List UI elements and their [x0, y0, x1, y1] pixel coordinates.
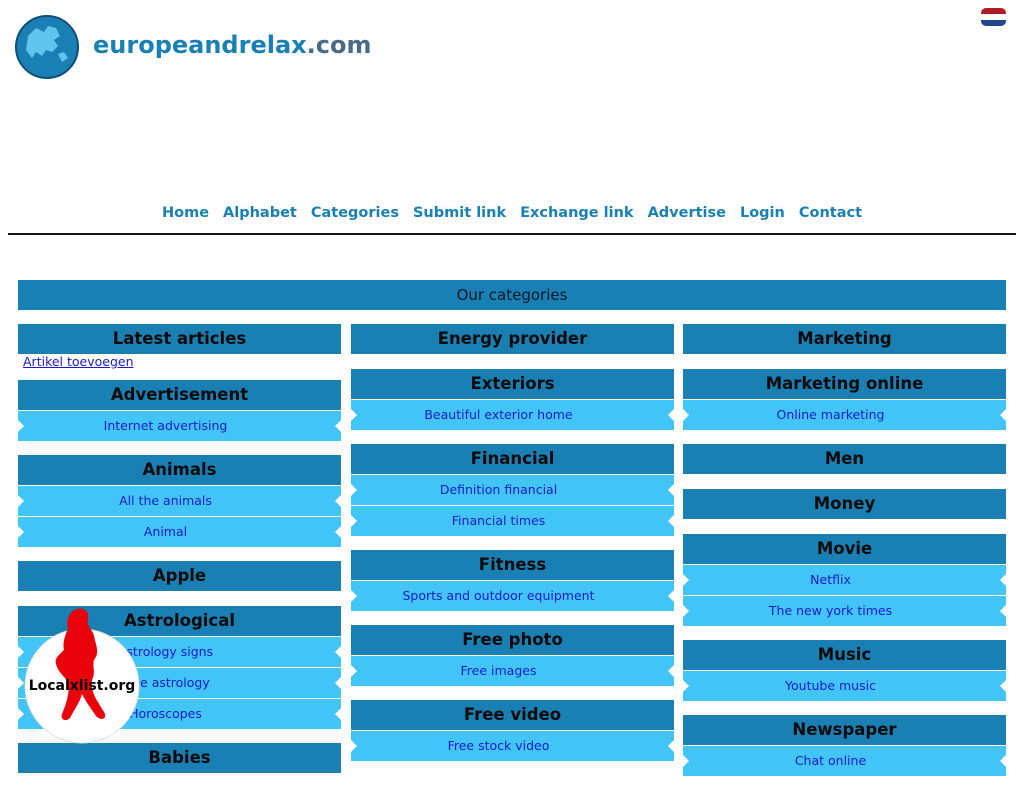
category-money[interactable]: Money [683, 489, 1006, 519]
category-link[interactable]: Financial times [452, 513, 545, 528]
nav-alphabet[interactable]: Alphabet [223, 205, 297, 221]
category-men[interactable]: Men [683, 444, 1006, 474]
category-link[interactable]: Free stock video [448, 738, 550, 753]
add-article-link[interactable]: Artikel toevoegen [23, 354, 134, 369]
nav-divider [8, 233, 1016, 235]
category-link-row: Free stock video [351, 731, 674, 761]
category-links: Free stock video [351, 731, 674, 761]
main-nav: Home Alphabet Categories Submit link Exchang… [0, 205, 1024, 221]
category-fitness[interactable]: Fitness [351, 550, 674, 580]
category-link[interactable]: Chat online [795, 753, 866, 768]
nav-submit-link[interactable]: Submit link [413, 205, 506, 221]
nav-exchange-link[interactable]: Exchange link [520, 205, 633, 221]
category-link-row: Animal [18, 517, 341, 547]
site-name-main: europeandrelax [93, 31, 307, 59]
category-animals[interactable]: Animals [18, 455, 341, 485]
category-link-row: Youtube music [683, 671, 1006, 701]
category-column-2: Energy provider Exteriors Beautiful exteri… [351, 324, 674, 775]
categories-header: Our categories [18, 280, 1006, 310]
category-advertisement[interactable]: Advertisement [18, 380, 341, 410]
category-link[interactable]: Internet advertising [104, 418, 228, 433]
category-links: Free images [351, 656, 674, 686]
nav-contact[interactable]: Contact [799, 205, 862, 221]
category-free-video[interactable]: Free video [351, 700, 674, 730]
nav-advertise[interactable]: Advertise [648, 205, 726, 221]
category-link-row: Beautiful exterior home [351, 400, 674, 430]
category-link-row: Financial times [351, 506, 674, 536]
category-babies[interactable]: Babies [18, 743, 341, 773]
category-links: Internet advertising [18, 411, 341, 441]
category-link[interactable]: Beautiful exterior home [424, 407, 572, 422]
category-link[interactable]: Netflix [810, 572, 851, 587]
category-links: Youtube music [683, 671, 1006, 701]
category-link-row: Sports and outdoor equipment [351, 581, 674, 611]
category-free-photo[interactable]: Free photo [351, 625, 674, 655]
nav-categories[interactable]: Categories [311, 205, 399, 221]
category-links: Chat online [683, 746, 1006, 776]
category-link-row: Chat online [683, 746, 1006, 776]
category-link-row: Online marketing [683, 400, 1006, 430]
category-exteriors[interactable]: Exteriors [351, 369, 674, 399]
category-link[interactable]: Youtube music [785, 678, 876, 693]
category-link-row: Free images [351, 656, 674, 686]
nav-login[interactable]: Login [740, 205, 785, 221]
category-link[interactable]: The new york times [769, 603, 892, 618]
nav-home[interactable]: Home [162, 205, 209, 221]
category-link-row: Netflix [683, 565, 1006, 595]
localxlist-badge[interactable]: Localxlist.org [22, 606, 142, 746]
category-marketing-online[interactable]: Marketing online [683, 369, 1006, 399]
category-link[interactable]: All the animals [119, 493, 212, 508]
category-link[interactable]: Online marketing [777, 407, 885, 422]
category-newspaper[interactable]: Newspaper [683, 715, 1006, 745]
category-link-row: Definition financial [351, 475, 674, 505]
category-column-3: Marketing Marketing online Online marketin… [683, 324, 1006, 790]
category-link[interactable]: Free images [461, 663, 537, 678]
category-link-row: Internet advertising [18, 411, 341, 441]
category-financial[interactable]: Financial [351, 444, 674, 474]
category-links: Beautiful exterior home [351, 400, 674, 430]
globe-icon [15, 15, 79, 79]
category-links: Netflix The new york times [683, 565, 1006, 626]
badge-text: Localxlist.org [29, 678, 136, 694]
category-marketing[interactable]: Marketing [683, 324, 1006, 354]
category-apple[interactable]: Apple [18, 561, 341, 591]
site-name: europeandrelax.com [93, 31, 371, 59]
category-links: Sports and outdoor equipment [351, 581, 674, 611]
site-name-tld: .com [306, 31, 372, 59]
category-music[interactable]: Music [683, 640, 1006, 670]
category-link-row: All the animals [18, 486, 341, 516]
category-movie[interactable]: Movie [683, 534, 1006, 564]
category-links: Definition financial Financial times [351, 475, 674, 536]
category-links: All the animals Animal [18, 486, 341, 547]
language-flag-icon[interactable] [981, 8, 1006, 26]
category-link[interactable]: Sports and outdoor equipment [403, 588, 595, 603]
site-logo[interactable]: europeandrelax.com [14, 14, 371, 80]
category-energy-provider[interactable]: Energy provider [351, 324, 674, 354]
category-link[interactable]: Animal [144, 524, 187, 539]
category-link[interactable]: Definition financial [440, 482, 557, 497]
category-links: Online marketing [683, 400, 1006, 430]
category-link-row: The new york times [683, 596, 1006, 626]
